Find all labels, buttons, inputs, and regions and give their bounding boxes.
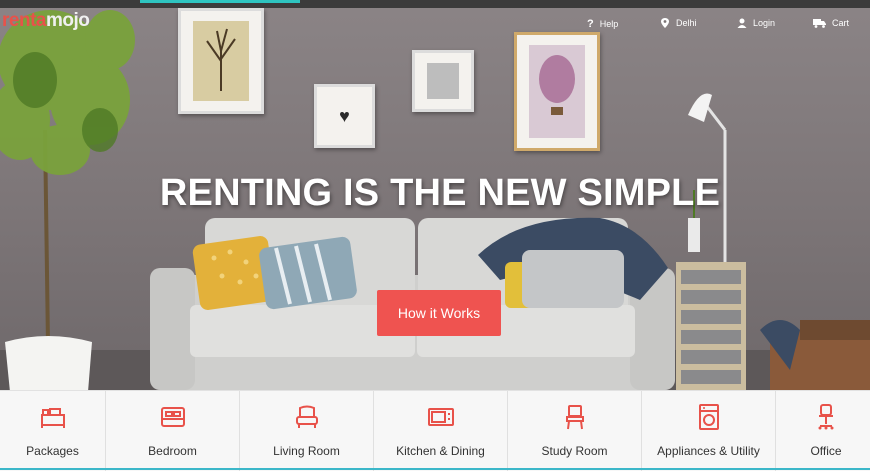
microwave-icon [427,408,454,426]
nav-login-label: Login [753,18,776,28]
wall-frame-letter [412,50,474,112]
user-icon [737,18,747,28]
wall-frame-tree [178,8,264,114]
category-label: Bedroom [148,444,197,458]
logo-text-mojo: mojo [45,10,90,31]
armchair-icon [295,405,318,428]
wall-frame-balloon [514,32,600,151]
help-icon: ? [587,18,594,30]
category-study-room[interactable]: Study Room [508,391,642,471]
hero-headline: RENTING IS THE NEW SIMPLE [159,172,721,214]
category-label: Living Room [273,444,340,458]
category-kitchen-dining[interactable]: Kitchen & Dining [374,391,508,471]
nav-cart-label: Cart [832,18,850,28]
category-label: Appliances & Utility [657,444,760,458]
wall-frame-heart: ♥ [314,84,375,148]
location-pin-icon [661,18,669,28]
brand-logo[interactable]: rentamojo [2,10,90,32]
nav-cart[interactable]: Cart [813,18,849,28]
washing-machine-icon [698,404,719,430]
nav-help-label: Help [599,19,619,29]
top-strip [0,0,870,8]
category-living-room[interactable]: Living Room [240,391,374,471]
nav-location[interactable]: Delhi [660,18,697,28]
category-office[interactable]: Office [776,391,870,471]
category-bedroom[interactable]: Bedroom [106,391,240,471]
category-label: Office [810,444,842,458]
category-label: Study Room [541,444,608,458]
truck-icon [813,19,826,28]
how-it-works-button[interactable]: How it Works [377,290,501,336]
logo-text-renta: renta [2,10,46,31]
office-chair-icon [818,404,834,430]
packages-icon [40,408,65,428]
nav-location-label: Delhi [676,18,697,28]
study-chair-icon [565,405,584,430]
top-accent-bar [140,0,300,3]
category-bar: Packages Bedroom Living Room Kitchen & D… [0,390,870,471]
category-label: Kitchen & Dining [396,444,485,458]
bed-icon [160,407,185,427]
nav-help[interactable]: ? Help [587,18,618,30]
category-label: Packages [26,444,79,458]
category-packages[interactable]: Packages [0,391,106,471]
category-appliances-utility[interactable]: Appliances & Utility [642,391,776,471]
nav-login[interactable]: Login [737,18,775,28]
hero-banner: ♥ rentamojo ? Help Delhi Login Cart RENT… [0,0,870,390]
